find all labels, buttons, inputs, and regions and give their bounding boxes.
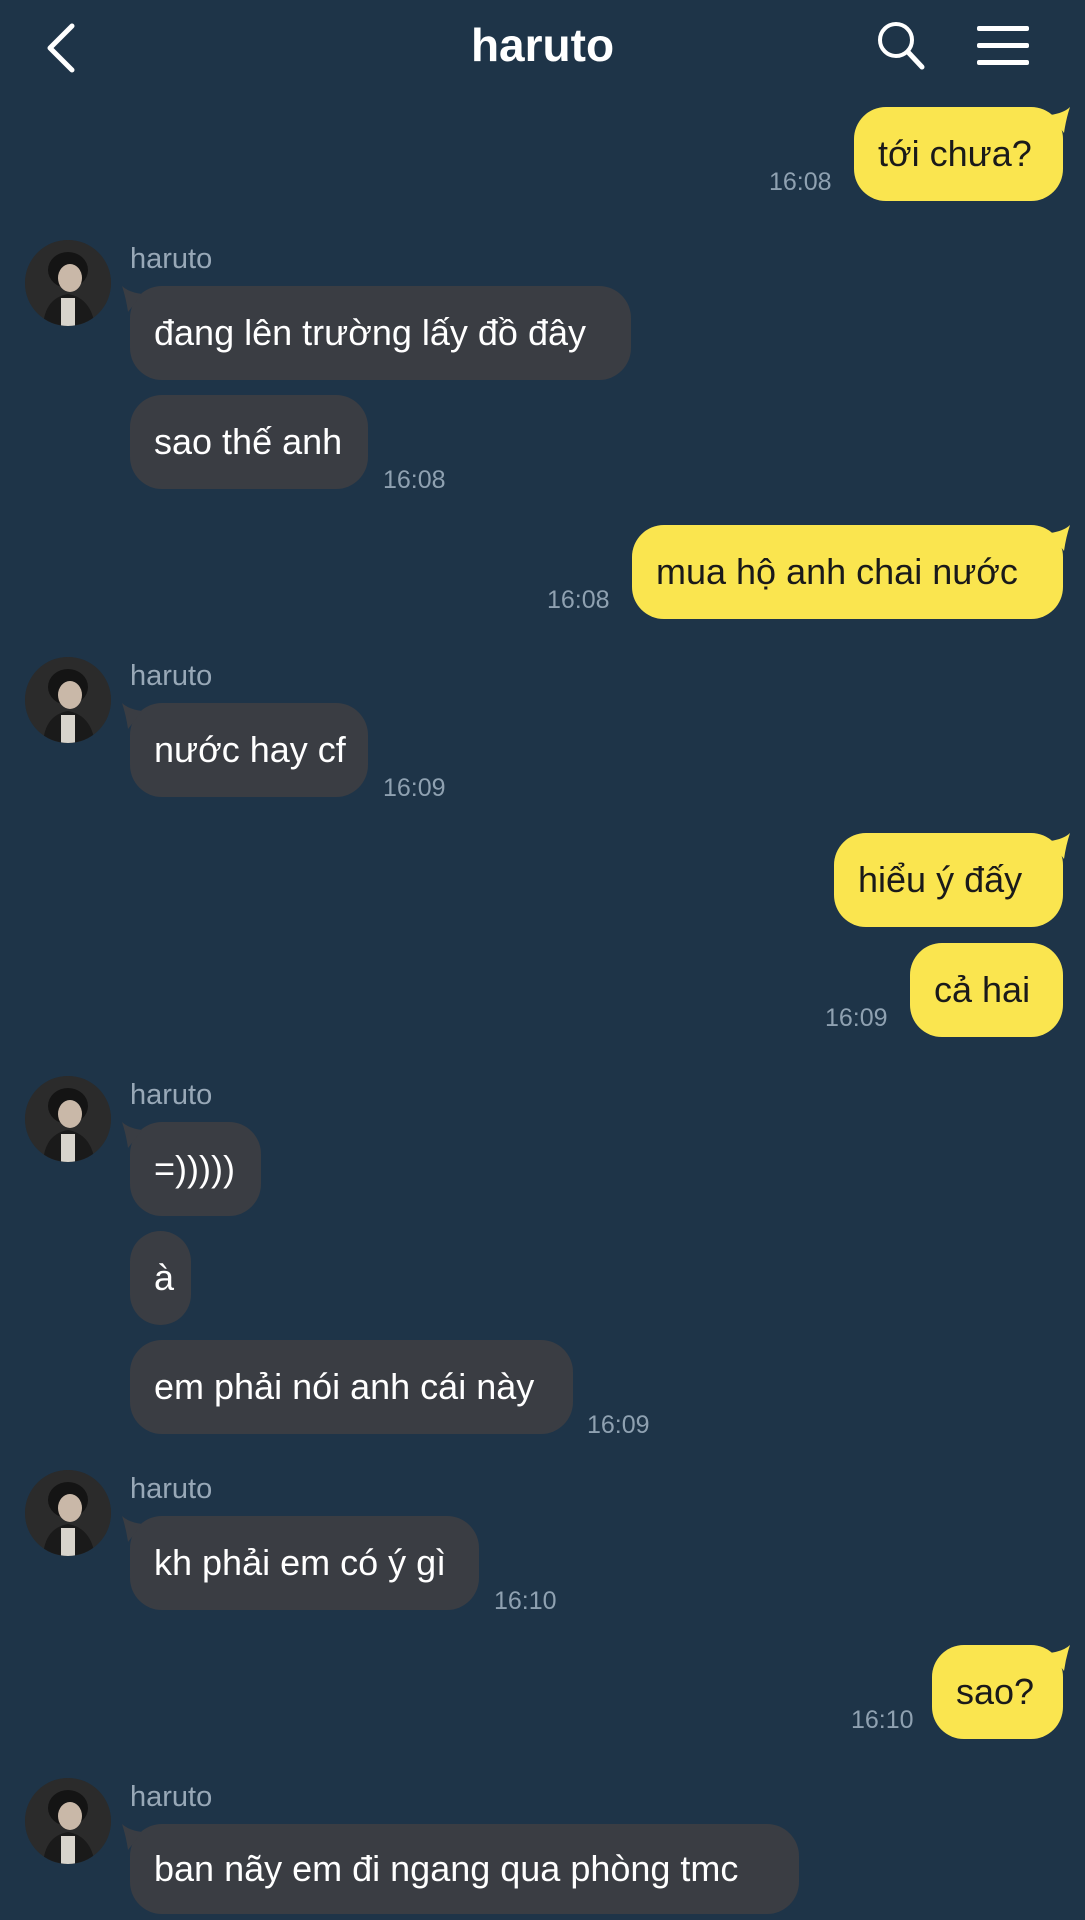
message-timestamp: 16:10 (494, 1587, 557, 1615)
message-text: kh phải em có ý gì (154, 1542, 447, 1583)
message-timestamp: 16:08 (769, 168, 832, 196)
bubble-tail-icon (122, 1122, 142, 1148)
outgoing-message-bubble[interactable]: hiểu ý đấy (834, 833, 1063, 927)
message-text: đang lên trường lấy đồ đây (154, 312, 586, 353)
message-timestamp: 16:08 (383, 466, 446, 494)
sender-name: haruto (130, 243, 213, 275)
message-text: mua hộ anh chai nước (656, 551, 1018, 592)
chat-header: haruto (0, 0, 1085, 95)
message-timestamp: 16:10 (851, 1706, 914, 1734)
incoming-message-bubble[interactable]: sao thế anh (130, 395, 368, 489)
bubble-tail-icon (1050, 525, 1070, 551)
outgoing-message-bubble[interactable]: sao? (932, 1645, 1063, 1739)
message-text: sao? (956, 1671, 1035, 1712)
sender-name: haruto (130, 1781, 213, 1813)
message-text: nước hay cf (154, 729, 346, 770)
message-text: tới chưa? (878, 133, 1032, 174)
avatar[interactable] (25, 1470, 111, 1556)
bubble-tail-icon (122, 703, 142, 729)
incoming-message-bubble[interactable]: em phải nói anh cái này (130, 1340, 573, 1434)
message-text: sao thế anh (154, 421, 343, 462)
message-timestamp: 16:09 (587, 1411, 650, 1439)
bubble-tail-icon (122, 1516, 142, 1542)
message-text: =))))) (154, 1148, 235, 1189)
sender-name: haruto (130, 1079, 213, 1111)
bubble-tail-icon (1050, 107, 1070, 133)
bubble-tail-icon (122, 286, 142, 312)
avatar[interactable] (25, 657, 111, 743)
bubble-tail-icon (1050, 1645, 1070, 1671)
message-timestamp: 16:09 (825, 1004, 888, 1032)
outgoing-message-bubble[interactable]: cả hai (910, 943, 1063, 1037)
message-text: ban nãy em đi ngang qua phòng tmc (154, 1848, 739, 1889)
sender-name: haruto (130, 1473, 213, 1505)
menu-icon[interactable] (975, 24, 1031, 73)
message-text: cả hai (934, 969, 1031, 1010)
outgoing-message-bubble[interactable]: mua hộ anh chai nước (632, 525, 1063, 619)
avatar[interactable] (25, 240, 111, 326)
incoming-message-bubble[interactable]: ban nãy em đi ngang qua phòng tmc (130, 1824, 799, 1914)
bubble-tail-icon (122, 1824, 142, 1850)
incoming-message-bubble[interactable]: nước hay cf (130, 703, 368, 797)
sender-name: haruto (130, 660, 213, 692)
incoming-message-bubble[interactable]: à (130, 1231, 191, 1325)
bubble-tail-icon (1050, 833, 1070, 859)
message-text: hiểu ý đấy (858, 859, 1023, 900)
outgoing-message-bubble[interactable]: tới chưa? (854, 107, 1063, 201)
incoming-message-bubble[interactable]: =))))) (130, 1122, 261, 1216)
avatar[interactable] (25, 1076, 111, 1162)
incoming-message-bubble[interactable]: kh phải em có ý gì (130, 1516, 479, 1610)
message-text: à (154, 1257, 175, 1298)
message-text: em phải nói anh cái này (154, 1366, 535, 1407)
avatar[interactable] (25, 1778, 111, 1864)
message-timestamp: 16:08 (547, 586, 610, 614)
search-icon[interactable] (876, 20, 926, 77)
incoming-message-bubble[interactable]: đang lên trường lấy đồ đây (130, 286, 631, 380)
message-timestamp: 16:09 (383, 774, 446, 802)
